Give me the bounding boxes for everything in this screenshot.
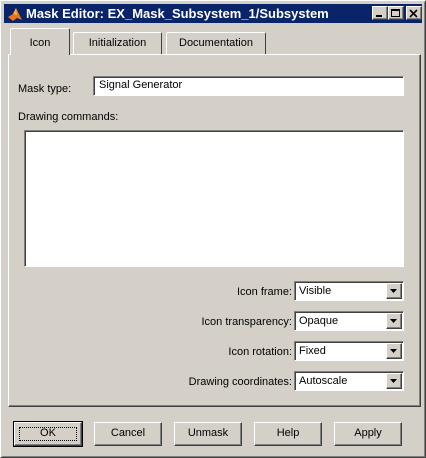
mask-type-input[interactable]: Signal Generator: [93, 76, 404, 96]
chevron-down-icon[interactable]: [386, 283, 402, 299]
chevron-down-icon[interactable]: [386, 373, 402, 389]
icon-frame-select[interactable]: Visible: [294, 281, 404, 301]
title-bar[interactable]: Mask Editor: EX_Mask_Subsystem_1/Subsyst…: [4, 4, 422, 23]
icon-rotation-label: Icon rotation:: [228, 346, 292, 358]
close-button[interactable]: [406, 6, 422, 20]
help-button-label: Help: [276, 427, 300, 439]
icon-transparency-select[interactable]: Opaque: [294, 311, 404, 331]
mask-type-value: Signal Generator: [99, 79, 183, 91]
focus-indicator: [19, 427, 77, 441]
tab-documentation[interactable]: Documentation: [166, 32, 266, 54]
icon-transparency-value: Opaque: [299, 315, 339, 327]
apply-button[interactable]: Apply: [334, 422, 402, 446]
icon-rotation-value: Fixed: [299, 345, 326, 357]
drawing-coordinates-value: Autoscale: [299, 375, 348, 387]
drawing-commands-textarea[interactable]: [24, 130, 404, 267]
drawing-commands-label: Drawing commands:: [18, 111, 119, 123]
cancel-button-label: Cancel: [110, 427, 146, 439]
mask-editor-window: Mask Editor: EX_Mask_Subsystem_1/Subsyst…: [0, 0, 426, 458]
window-title: Mask Editor: EX_Mask_Subsystem_1/Subsyst…: [26, 6, 329, 21]
ok-button[interactable]: OK: [13, 421, 83, 447]
help-button[interactable]: Help: [254, 422, 322, 446]
chevron-down-icon[interactable]: [386, 343, 402, 359]
icon-frame-label: Icon frame:: [236, 286, 292, 298]
drawing-coordinates-label: Drawing coordinates:: [188, 376, 292, 388]
tab-icon[interactable]: Icon: [10, 28, 70, 55]
matlab-logo-icon: [7, 6, 23, 22]
icon-rotation-select[interactable]: Fixed: [294, 341, 404, 361]
apply-button-label: Apply: [354, 427, 382, 439]
drawing-coordinates-select[interactable]: Autoscale: [294, 371, 404, 391]
minimize-button[interactable]: [372, 6, 388, 20]
maximize-button[interactable]: [388, 6, 404, 20]
icon-transparency-label: Icon transparency:: [201, 316, 293, 328]
icon-tab-panel: Mask type: Signal Generator Drawing comm…: [8, 54, 421, 407]
cancel-button[interactable]: Cancel: [94, 422, 162, 446]
mask-type-label: Mask type:: [18, 83, 72, 95]
unmask-button-label: Unmask: [187, 427, 229, 439]
icon-frame-value: Visible: [299, 285, 332, 297]
tab-initialization[interactable]: Initialization: [73, 32, 162, 54]
unmask-button[interactable]: Unmask: [174, 422, 242, 446]
chevron-down-icon[interactable]: [386, 313, 402, 329]
